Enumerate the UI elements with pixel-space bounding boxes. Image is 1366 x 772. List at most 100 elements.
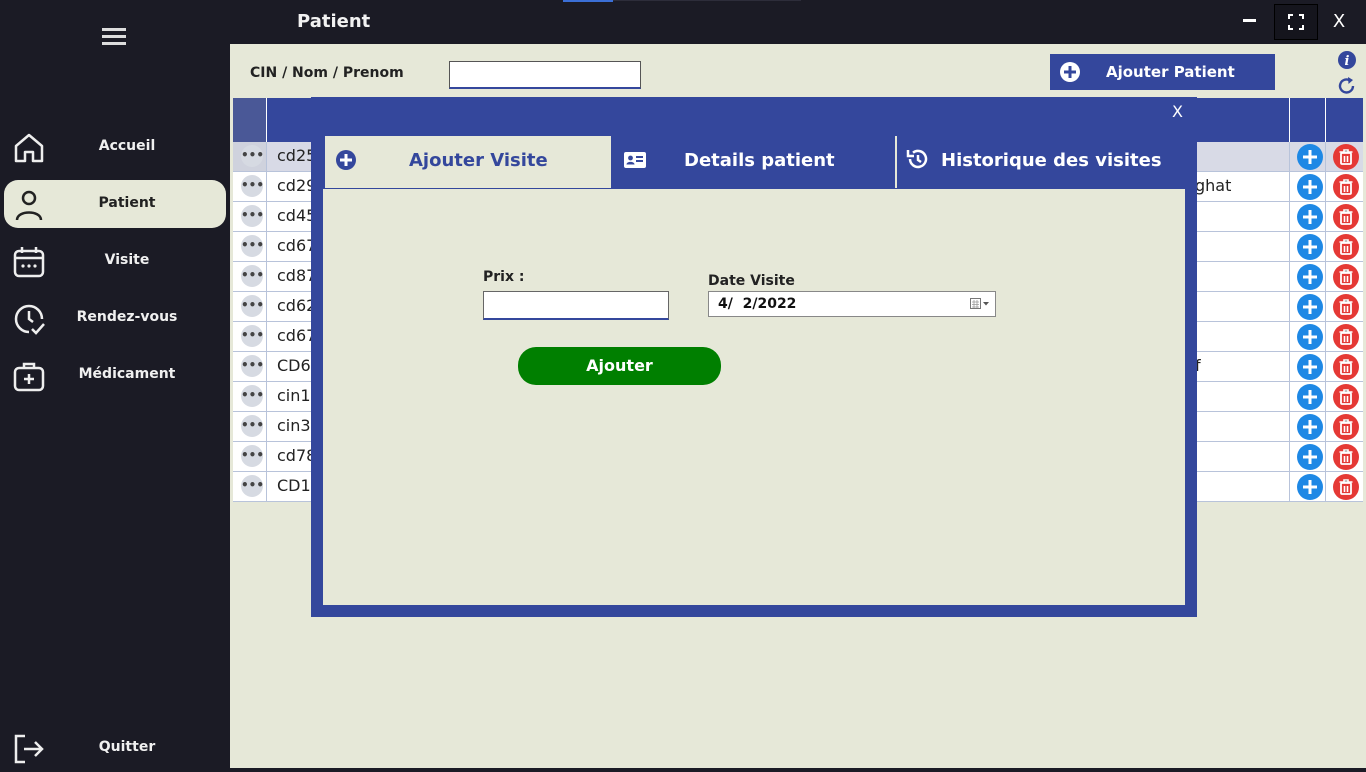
header-divider — [1289, 98, 1290, 142]
trash-icon — [1339, 209, 1353, 225]
delete-row-button[interactable] — [1333, 384, 1359, 410]
sidebar-item-label: Patient — [98, 195, 156, 211]
add-visit-row-button[interactable] — [1297, 354, 1323, 380]
cell-divider — [1289, 442, 1290, 471]
calendar-dropdown-icon[interactable] — [970, 298, 990, 310]
plus-icon — [1303, 300, 1317, 314]
add-visit-row-button[interactable] — [1297, 204, 1323, 230]
row-options-button[interactable]: ••• — [241, 415, 264, 437]
cell-divider — [1325, 172, 1326, 201]
row-options-button[interactable]: ••• — [241, 355, 264, 377]
cin-cell: CD1 — [277, 476, 311, 495]
cell-divider — [1325, 322, 1326, 351]
medkit-icon — [13, 362, 45, 392]
cin-cell: cin3 — [277, 416, 311, 435]
delete-row-button[interactable] — [1333, 354, 1359, 380]
tab-label: Ajouter Visite — [409, 150, 548, 171]
date-visite-picker[interactable]: 4/ 2/2022 — [708, 291, 996, 317]
trash-icon — [1339, 449, 1353, 465]
cin-cell: CD6 — [277, 356, 311, 375]
menu-button[interactable] — [102, 26, 126, 52]
tab-historique-visites[interactable]: Historique des visites — [895, 136, 1183, 188]
maximize-button[interactable] — [1274, 4, 1318, 40]
delete-row-button[interactable] — [1333, 174, 1359, 200]
plus-icon — [1303, 210, 1317, 224]
row-options-button[interactable]: ••• — [241, 175, 264, 197]
sidebar-item-accueil[interactable]: Accueil — [4, 123, 226, 171]
refresh-icon[interactable] — [1337, 76, 1357, 96]
trash-icon — [1339, 239, 1353, 255]
row-options-button[interactable]: ••• — [241, 205, 264, 227]
prix-label: Prix : — [483, 269, 525, 285]
plus-icon — [1303, 420, 1317, 434]
cell-divider — [1325, 412, 1326, 441]
minimize-icon — [1243, 19, 1256, 22]
add-visit-row-button[interactable] — [1297, 264, 1323, 290]
row-options-button[interactable]: ••• — [241, 265, 264, 287]
tab-details-patient[interactable]: Details patient — [611, 136, 895, 188]
delete-row-button[interactable] — [1333, 234, 1359, 260]
add-visit-row-button[interactable] — [1297, 144, 1323, 170]
minimize-button[interactable] — [1229, 4, 1271, 38]
delete-row-button[interactable] — [1333, 324, 1359, 350]
cell-divider — [1325, 142, 1326, 171]
add-visit-row-button[interactable] — [1297, 474, 1323, 500]
add-visit-row-button[interactable] — [1297, 174, 1323, 200]
cell-divider — [1325, 352, 1326, 381]
add-patient-label: Ajouter Patient — [1106, 63, 1235, 81]
calendar-icon — [13, 247, 45, 278]
add-visit-row-button[interactable] — [1297, 294, 1323, 320]
add-visit-row-button[interactable] — [1297, 444, 1323, 470]
prix-input[interactable] — [483, 291, 669, 320]
delete-row-button[interactable] — [1333, 414, 1359, 440]
delete-row-button[interactable] — [1333, 444, 1359, 470]
sidebar-item-medicament[interactable]: Médicament — [4, 351, 226, 399]
ajouter-button[interactable]: Ajouter — [518, 347, 721, 385]
trash-icon — [1339, 479, 1353, 495]
person-icon — [15, 190, 43, 221]
sidebar-item-rendez-vous[interactable]: Rendez-vous — [4, 294, 226, 342]
cell-divider — [1289, 352, 1290, 381]
dialog-body — [323, 189, 1185, 605]
add-visit-row-button[interactable] — [1297, 384, 1323, 410]
row-options-button[interactable]: ••• — [241, 445, 264, 467]
delete-row-button[interactable] — [1333, 294, 1359, 320]
trash-icon — [1339, 299, 1353, 315]
row-options-button[interactable]: ••• — [241, 235, 264, 257]
add-visit-row-button[interactable] — [1297, 414, 1323, 440]
info-icon[interactable]: i — [1338, 51, 1356, 69]
plus-icon — [1303, 270, 1317, 284]
cell-divider — [1289, 142, 1290, 171]
delete-row-button[interactable] — [1333, 264, 1359, 290]
quit-button[interactable]: Quitter — [4, 724, 226, 772]
delete-row-button[interactable] — [1333, 474, 1359, 500]
delete-row-button[interactable] — [1333, 144, 1359, 170]
sidebar-item-visite[interactable]: Visite — [4, 237, 226, 285]
close-dialog-button[interactable]: X — [1172, 102, 1183, 121]
row-options-button[interactable]: ••• — [241, 475, 264, 497]
add-visit-row-button[interactable] — [1297, 324, 1323, 350]
home-icon — [14, 133, 44, 163]
row-options-button[interactable]: ••• — [241, 295, 264, 317]
row-options-button[interactable]: ••• — [241, 385, 264, 407]
cell-divider — [1289, 232, 1290, 261]
row-options-button[interactable]: ••• — [241, 325, 264, 347]
cin-cell: cin1 — [277, 386, 311, 405]
plus-circle-icon — [336, 150, 356, 170]
id-card-icon — [624, 152, 646, 168]
cell-divider — [1289, 262, 1290, 291]
add-visit-row-button[interactable] — [1297, 234, 1323, 260]
row-options-button[interactable]: ••• — [241, 145, 264, 167]
cell-divider — [1325, 382, 1326, 411]
plus-icon — [1303, 180, 1317, 194]
logout-icon — [14, 734, 44, 764]
delete-row-button[interactable] — [1333, 204, 1359, 230]
tab-ajouter-visite[interactable]: Ajouter Visite — [325, 136, 611, 188]
cell-divider — [1325, 442, 1326, 471]
add-patient-button[interactable]: Ajouter Patient — [1050, 54, 1275, 90]
close-window-button[interactable]: X — [1318, 4, 1360, 38]
search-input[interactable] — [449, 61, 641, 89]
sidebar-item-patient[interactable]: Patient — [4, 180, 226, 228]
cell-divider — [1289, 292, 1290, 321]
trash-icon — [1339, 179, 1353, 195]
